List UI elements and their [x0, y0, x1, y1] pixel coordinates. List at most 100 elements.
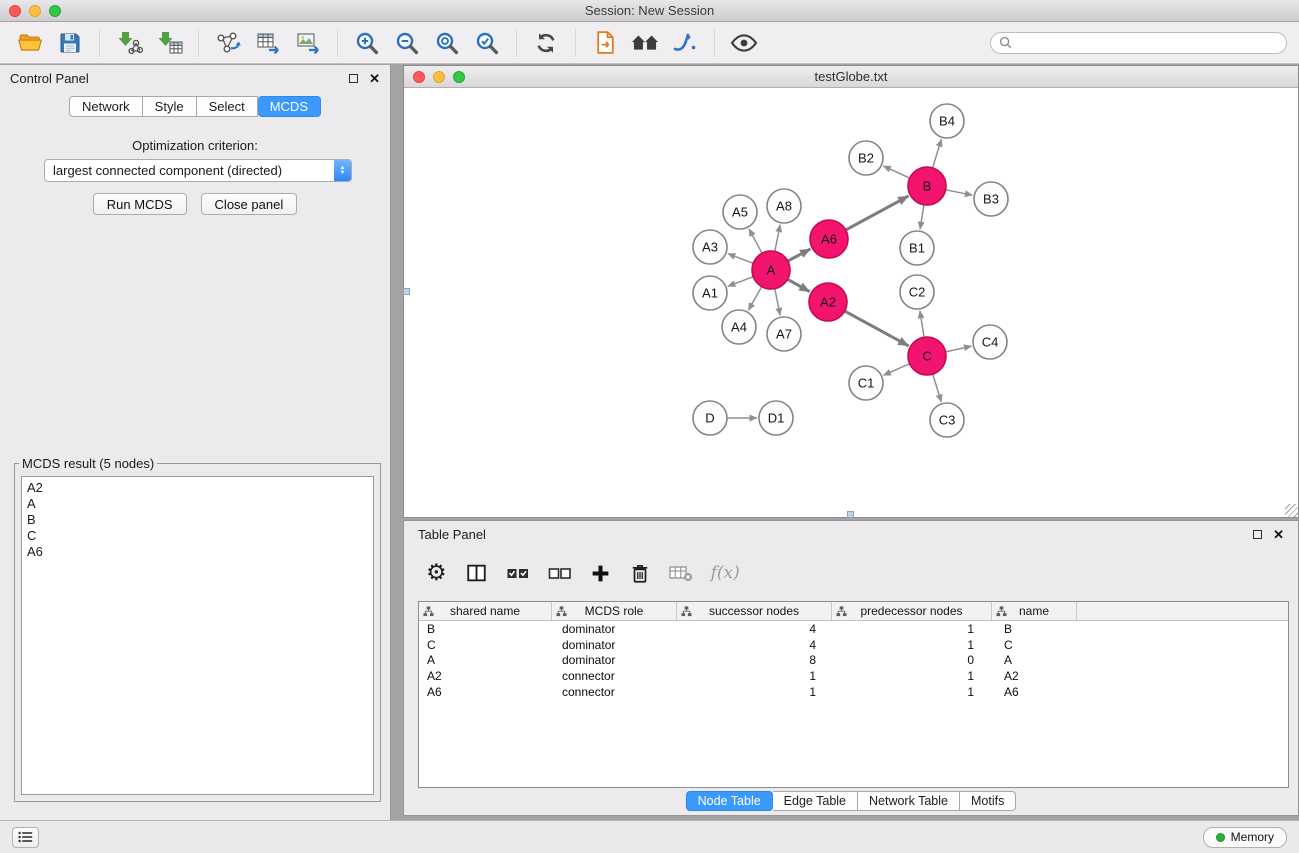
control-panel-tab-select[interactable]: Select: [197, 96, 258, 117]
graph-edge-C-C3[interactable]: [933, 374, 942, 402]
graph-edge-A-A1[interactable]: [728, 277, 753, 287]
add-row-button[interactable]: [590, 563, 611, 584]
help-button[interactable]: [665, 25, 705, 61]
control-panel-tab-mcds[interactable]: MCDS: [258, 96, 321, 117]
graph-node-A2[interactable]: A2: [809, 283, 847, 321]
open-file-button[interactable]: [10, 25, 50, 61]
table-row[interactable]: Adominator80A: [419, 652, 1288, 668]
table-settings-button[interactable]: ⚙: [426, 562, 447, 584]
graph-node-A3[interactable]: A3: [693, 230, 727, 264]
table-row[interactable]: Bdominator41B: [419, 621, 1288, 637]
zoom-fit-button[interactable]: [427, 25, 467, 61]
close-panel-icon[interactable]: ✕: [369, 74, 380, 84]
tab-motifs[interactable]: Motifs: [960, 791, 1016, 811]
search-field[interactable]: [990, 32, 1287, 54]
graph-edge-A-A3[interactable]: [728, 254, 753, 264]
graph-edge-B-B4[interactable]: [933, 139, 942, 168]
tab-node-table[interactable]: Node Table: [686, 791, 773, 811]
graph-node-C2[interactable]: C2: [900, 275, 934, 309]
graph-node-A6[interactable]: A6: [810, 220, 848, 258]
control-panel-tab-network[interactable]: Network: [69, 96, 143, 117]
maximize-window-button[interactable]: [49, 5, 61, 17]
graph-edge-B-B1[interactable]: [920, 205, 924, 229]
mcds-result-item[interactable]: A6: [27, 544, 368, 560]
delete-row-button[interactable]: [629, 562, 651, 585]
graph-edge-C-C1[interactable]: [883, 364, 909, 376]
panel-menu-button[interactable]: [12, 827, 39, 848]
table-row[interactable]: Cdominator41C: [419, 637, 1288, 653]
float-table-panel-icon[interactable]: [1253, 530, 1262, 539]
mcds-result-item[interactable]: A: [27, 496, 368, 512]
close-table-panel-icon[interactable]: ✕: [1273, 530, 1284, 540]
resize-grip[interactable]: [1285, 504, 1298, 517]
export-network-button[interactable]: [208, 25, 248, 61]
graph-edge-A-A4[interactable]: [748, 287, 761, 311]
graph-edge-A-A5[interactable]: [749, 229, 762, 253]
graph-node-B4[interactable]: B4: [930, 104, 964, 138]
column-header-name[interactable]: name: [992, 602, 1077, 620]
save-session-button[interactable]: [50, 25, 90, 61]
graph-node-D1[interactable]: D1: [759, 401, 793, 435]
column-header-MCDS-role[interactable]: MCDS role: [552, 602, 677, 620]
graph-node-B[interactable]: B: [908, 167, 946, 205]
export-table-button[interactable]: [248, 25, 288, 61]
zoom-selected-button[interactable]: [467, 25, 507, 61]
show-hide-panel-button[interactable]: [724, 25, 764, 61]
column-header-shared-name[interactable]: shared name: [419, 602, 552, 620]
graph-node-A4[interactable]: A4: [722, 310, 756, 344]
graph-node-B1[interactable]: B1: [900, 231, 934, 265]
function-builder-button[interactable]: f(x): [711, 563, 740, 583]
graph-node-C4[interactable]: C4: [973, 325, 1007, 359]
graph-node-C1[interactable]: C1: [849, 366, 883, 400]
tab-edge-table[interactable]: Edge Table: [773, 791, 858, 811]
mcds-result-item[interactable]: C: [27, 528, 368, 544]
run-mcds-button[interactable]: Run MCDS: [93, 193, 187, 215]
deselect-all-button[interactable]: [548, 562, 572, 584]
zoom-out-button[interactable]: [387, 25, 427, 61]
refresh-view-button[interactable]: [526, 25, 566, 61]
table-row[interactable]: A2connector11A2: [419, 668, 1288, 684]
column-header-successor-nodes[interactable]: successor nodes: [677, 602, 832, 620]
graph-node-A8[interactable]: A8: [767, 189, 801, 223]
close-window-button[interactable]: [9, 5, 21, 17]
graph-node-A[interactable]: A: [752, 251, 790, 289]
zoom-in-button[interactable]: [347, 25, 387, 61]
graph-node-A5[interactable]: A5: [723, 195, 757, 229]
control-panel-tab-style[interactable]: Style: [143, 96, 197, 117]
graph-node-B3[interactable]: B3: [974, 182, 1008, 216]
resize-handle-left[interactable]: [403, 288, 410, 295]
graph-edge-C-C4[interactable]: [946, 346, 972, 352]
mcds-result-list[interactable]: A2ABCA6: [21, 476, 374, 795]
network-minimize-button[interactable]: [433, 71, 445, 83]
graph-edge-A-A8[interactable]: [775, 225, 780, 252]
graph-edge-A-A6[interactable]: [788, 249, 811, 261]
graph-edge-B-B2[interactable]: [883, 166, 909, 178]
home-button[interactable]: [625, 25, 665, 61]
graph-node-D[interactable]: D: [693, 401, 727, 435]
search-input[interactable]: [1017, 36, 1278, 50]
export-image-button[interactable]: [288, 25, 328, 61]
column-header-predecessor-nodes[interactable]: predecessor nodes: [832, 602, 992, 620]
criterion-dropdown[interactable]: largest connected component (directed) ▲…: [44, 159, 352, 182]
graph-edge-C-C2[interactable]: [920, 311, 924, 337]
open-document-button[interactable]: [585, 25, 625, 61]
graph-edge-A-A7[interactable]: [775, 289, 780, 316]
graph-edge-A6-B[interactable]: [846, 196, 909, 230]
select-all-button[interactable]: [506, 562, 530, 584]
network-close-button[interactable]: [413, 71, 425, 83]
mcds-result-item[interactable]: B: [27, 512, 368, 528]
network-canvas[interactable]: B4B2BB3A5A8A6A3B1AA1C2A2A4A7C4CC1DD1C3: [404, 88, 1298, 517]
show-columns-button[interactable]: [465, 562, 488, 584]
network-maximize-button[interactable]: [453, 71, 465, 83]
resize-handle-bottom[interactable]: [847, 511, 854, 518]
tab-network-table[interactable]: Network Table: [858, 791, 960, 811]
graph-edge-A-A2[interactable]: [788, 279, 810, 291]
clear-table-button[interactable]: [669, 563, 693, 583]
graph-node-A1[interactable]: A1: [693, 276, 727, 310]
network-graph[interactable]: B4B2BB3A5A8A6A3B1AA1C2A2A4A7C4CC1DD1C3: [404, 88, 1298, 517]
graph-node-C3[interactable]: C3: [930, 403, 964, 437]
import-network-from-file-button[interactable]: [109, 25, 149, 61]
graph-node-C[interactable]: C: [908, 337, 946, 375]
close-panel-button[interactable]: Close panel: [201, 193, 298, 215]
mcds-result-item[interactable]: A2: [27, 480, 368, 496]
